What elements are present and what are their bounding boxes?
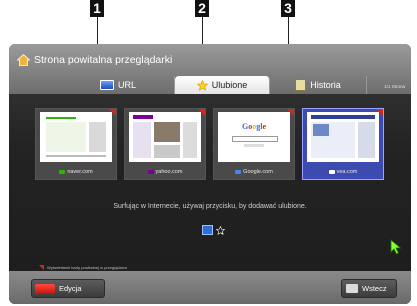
favorite-item[interactable]: naver.com	[35, 108, 117, 180]
add-favorite-icon	[216, 225, 225, 235]
vea-favicon	[328, 170, 335, 174]
google-thumbnail: Google	[218, 112, 290, 162]
favorite-label: vea.com	[336, 169, 358, 175]
favorite-item[interactable]: Google Google.com	[213, 108, 295, 180]
back-key-icon	[346, 284, 358, 293]
welcome-page-marker	[109, 109, 116, 116]
header: Strona powitalna przeglądarki URL Ulubio…	[9, 44, 411, 94]
welcome-page-marker	[39, 265, 44, 270]
hint-icons	[202, 225, 225, 235]
callout-3: 3	[281, 0, 295, 17]
legend: Wyświetlanie karty powitalnej w przegląd…	[39, 265, 127, 270]
yahoo-favicon	[147, 170, 154, 174]
welcome-page-marker	[376, 109, 383, 116]
naver-thumbnail	[40, 112, 112, 162]
back-button[interactable]: Wstecz	[341, 279, 397, 298]
favorite-item-selected[interactable]: vea.com	[302, 108, 384, 180]
page-counter: 1/1 Strona	[384, 84, 405, 89]
browser-home-screen: Strona powitalna przeglądarki URL Ulubio…	[9, 44, 411, 304]
callout-1: 1	[90, 0, 104, 17]
favorite-label: naver.com	[67, 169, 93, 175]
tab-url-label: URL	[117, 80, 136, 90]
favorites-grid: naver.com yahoo.com Google Google.com ve…	[35, 108, 384, 180]
back-button-label: Wstecz	[362, 284, 387, 293]
yahoo-thumbnail	[129, 112, 201, 162]
naver-favicon	[59, 170, 66, 174]
hint-text: Surfując w Internecie, używaj przycisku,…	[113, 203, 307, 210]
title-bar: Strona powitalna przeglądarki	[17, 54, 172, 66]
favorite-label: Google.com	[243, 169, 273, 175]
url-icon	[99, 80, 114, 90]
vea-thumbnail	[307, 112, 379, 162]
star-icon	[196, 79, 208, 91]
favorite-label: yahoo.com	[155, 169, 183, 175]
page-title: Strona powitalna przeglądarki	[34, 54, 173, 66]
callout-2: 2	[195, 0, 209, 17]
tab-favorites[interactable]: Ulubione	[175, 76, 270, 94]
red-key-icon	[35, 283, 55, 294]
favorite-item[interactable]: yahoo.com	[124, 108, 206, 180]
tab-history[interactable]: Historia	[270, 76, 367, 94]
tab-history-label: Historia	[310, 80, 341, 90]
tab-bar: URL Ulubione Historia	[62, 76, 367, 94]
welcome-page-marker	[287, 109, 294, 116]
blue-button-icon	[202, 225, 213, 235]
edit-button-label: Edycja	[59, 284, 82, 293]
legend-text: Wyświetlanie karty powitalnej w przegląd…	[47, 265, 128, 270]
footer: Edycja Wstecz	[9, 271, 411, 304]
edit-button[interactable]: Edycja	[31, 279, 105, 298]
google-favicon	[235, 170, 242, 174]
tab-favorites-label: Ulubione	[211, 80, 248, 90]
tab-url[interactable]: URL	[62, 76, 175, 94]
welcome-page-marker	[198, 109, 205, 116]
pointer-cursor-icon	[390, 239, 402, 255]
google-logo: Google	[242, 122, 267, 131]
history-icon	[295, 79, 307, 91]
home-icon	[17, 54, 30, 66]
